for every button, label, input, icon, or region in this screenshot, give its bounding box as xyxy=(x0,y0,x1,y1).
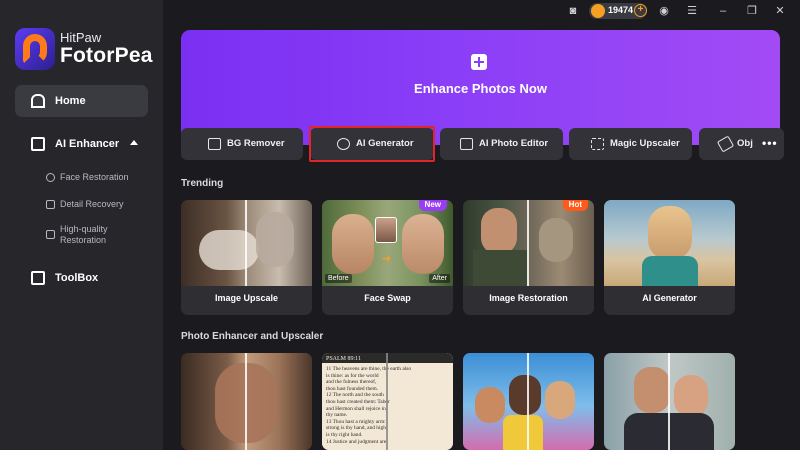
toolbox-icon xyxy=(31,271,45,285)
minimize-icon[interactable]: – xyxy=(716,5,730,17)
coin-count: 19474 xyxy=(608,5,634,15)
coin-icon xyxy=(591,4,605,18)
bg-remover-icon xyxy=(208,138,221,150)
tool-label: Obj xyxy=(737,138,753,149)
titlebar: ◙ 19474 + ◉ ☰ – ❐ ✕ xyxy=(163,0,800,22)
card-portrait-enhance[interactable] xyxy=(181,353,312,450)
face-icon xyxy=(46,173,55,182)
tool-label: Magic Upscaler xyxy=(610,138,680,149)
card-thumbnail xyxy=(604,353,735,450)
card-image-restoration[interactable]: Hot Image Restoration xyxy=(463,200,594,315)
source-face-thumbnail xyxy=(375,217,397,243)
card-thumbnail: ➜ Before After xyxy=(322,200,453,286)
card-text-enhance[interactable]: PSALM 89:11 11 The heavens are thine, th… xyxy=(322,353,453,450)
card-face-swap[interactable]: ➜ Before After New Face Swap xyxy=(322,200,453,315)
card-thumbnail xyxy=(604,200,735,286)
sidebar-item-ai-enhancer[interactable]: AI Enhancer xyxy=(15,132,148,156)
sidebar-subitem-face-restoration[interactable]: Face Restoration xyxy=(46,172,156,184)
card-group-photo-enhance[interactable] xyxy=(463,353,594,450)
new-badge: New xyxy=(418,200,447,211)
card-thumbnail: PSALM 89:11 11 The heavens are thine, th… xyxy=(322,353,453,450)
sidebar-subitem-label: Detail Recovery xyxy=(60,199,124,209)
add-coins-icon[interactable]: + xyxy=(634,4,647,17)
discord-icon[interactable]: ◙ xyxy=(566,5,580,17)
menu-icon[interactable]: ☰ xyxy=(685,5,699,17)
book-text: 11 The heavens are thine, the earth also… xyxy=(326,366,412,445)
hot-badge: Hot xyxy=(562,200,588,211)
after-label: After xyxy=(429,274,450,283)
card-label: AI Generator xyxy=(642,293,697,303)
more-icon[interactable]: ••• xyxy=(762,137,778,149)
card-thumbnail xyxy=(181,200,312,286)
card-label: Image Upscale xyxy=(214,293,279,303)
section-heading-trending: Trending xyxy=(181,178,224,189)
tool-label: BG Remover xyxy=(227,138,285,149)
eraser-icon xyxy=(716,135,735,153)
tool-magic-upscaler[interactable]: Magic Upscaler xyxy=(569,128,692,160)
app-window: HitPaw FotorPea Home AI Enhancer Face Re… xyxy=(0,0,800,450)
sidebar-subitem-label: Face Restoration xyxy=(60,172,129,182)
plus-icon xyxy=(471,54,487,70)
close-icon[interactable]: ✕ xyxy=(773,5,787,17)
app-logo xyxy=(15,28,55,70)
image-icon xyxy=(31,137,45,151)
grid-icon xyxy=(46,230,55,239)
image-icon xyxy=(46,200,55,209)
home-icon xyxy=(31,94,45,108)
sidebar-subitem-label: High-quality Restoration xyxy=(60,224,108,245)
card-label: Face Swap xyxy=(364,293,411,303)
photo-editor-icon xyxy=(460,138,473,150)
sidebar-item-label: AI Enhancer xyxy=(55,138,120,150)
chevron-up-icon[interactable] xyxy=(130,140,138,145)
upscale-icon xyxy=(591,138,604,150)
card-thumbnail xyxy=(463,353,594,450)
section-heading-photo-enhancer: Photo Enhancer and Upscaler xyxy=(181,331,324,342)
card-thumbnail xyxy=(463,200,594,286)
brand-product: FotorPea xyxy=(60,44,153,67)
card-image-upscale[interactable]: Image Upscale xyxy=(181,200,312,315)
tool-bg-remover[interactable]: BG Remover xyxy=(181,128,303,160)
sidebar-item-home[interactable]: Home xyxy=(15,85,148,117)
brand-company: HitPaw xyxy=(60,30,102,45)
card-label: Image Restoration xyxy=(489,293,568,303)
tool-ai-photo-editor[interactable]: AI Photo Editor xyxy=(440,128,563,160)
sidebar-item-label: ToolBox xyxy=(55,272,99,284)
arrow-right-icon: ➜ xyxy=(382,253,392,265)
restore-icon[interactable]: ❐ xyxy=(745,5,759,17)
sidebar-subitem-detail-recovery[interactable]: Detail Recovery xyxy=(46,199,156,211)
before-label: Before xyxy=(325,274,352,283)
tool-label: AI Photo Editor xyxy=(479,138,549,149)
book-heading: PSALM 89:11 xyxy=(326,356,361,362)
account-icon[interactable]: ◉ xyxy=(657,5,671,17)
card-ai-generator[interactable]: AI Generator xyxy=(604,200,735,315)
sidebar-item-toolbox[interactable]: ToolBox xyxy=(15,266,148,290)
card-thumbnail xyxy=(181,353,312,450)
banner-title: Enhance Photos Now xyxy=(414,81,547,96)
sidebar-subitem-high-quality-restoration[interactable]: High-quality Restoration xyxy=(46,224,156,248)
selection-highlight xyxy=(309,126,435,162)
sidebar-item-label: Home xyxy=(55,95,86,107)
card-couple-photo-enhance[interactable] xyxy=(604,353,735,450)
sidebar: HitPaw FotorPea Home AI Enhancer Face Re… xyxy=(0,0,163,450)
